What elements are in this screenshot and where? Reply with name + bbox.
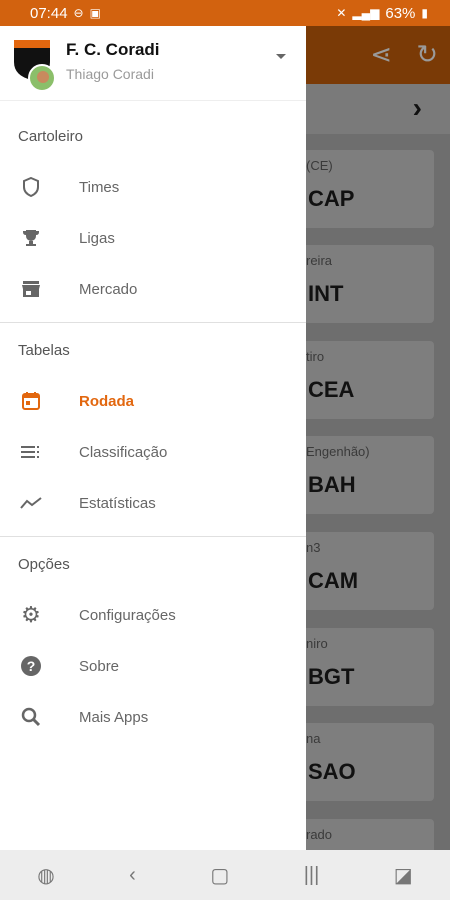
- status-bar: 07:44 ⊖ ▣ ✕ ▂▄▆ 63% ▮: [0, 0, 450, 26]
- match-card[interactable]: reira INT: [296, 245, 434, 323]
- battery-icon: ▮: [421, 6, 428, 20]
- next-round-chevron-icon[interactable]: ›: [413, 92, 422, 124]
- match-stadium: na: [306, 731, 321, 746]
- divider: [0, 322, 306, 323]
- mute-icon: ✕: [336, 6, 347, 20]
- menu-item-label: Ligas: [79, 229, 115, 247]
- match-card[interactable]: (CE) CAP: [296, 150, 434, 228]
- section-title-tabelas: Tabelas: [18, 342, 70, 359]
- list-icon: [18, 439, 44, 465]
- match-team: CAP: [308, 186, 355, 211]
- shield-icon: [18, 174, 44, 200]
- calendar-icon: [18, 388, 44, 414]
- match-stadium: reira: [306, 253, 333, 268]
- match-card[interactable]: na SAO: [296, 723, 434, 801]
- menu-item-label: Mais Apps: [79, 708, 149, 726]
- menu-item-label: Mercado: [79, 280, 138, 298]
- match-stadium: (CE): [306, 158, 333, 173]
- match-team: SAO: [308, 759, 356, 784]
- match-card[interactable]: n3 CAM: [296, 532, 434, 610]
- trophy-icon: [18, 225, 44, 251]
- gear-icon: ⚙: [21, 602, 41, 627]
- menu-item-sobre[interactable]: ? Sobre: [0, 642, 306, 690]
- match-stadium: Engenhão): [306, 444, 370, 459]
- dnd-icon: ⊖: [73, 6, 84, 20]
- user-name: Thiago Coradi: [66, 66, 154, 82]
- menu-item-estatisticas[interactable]: Estatísticas: [0, 479, 306, 527]
- match-team: CEA: [308, 377, 355, 402]
- store-icon: [18, 276, 44, 302]
- recents-icon[interactable]: |||: [304, 864, 320, 887]
- menu-item-classificacao[interactable]: Classificação: [0, 428, 306, 476]
- menu-item-mais-apps[interactable]: Mais Apps: [0, 693, 306, 741]
- assistant-icon[interactable]: ◍: [37, 863, 54, 888]
- accessibility-icon[interactable]: ◪: [394, 863, 413, 888]
- home-icon[interactable]: ▢: [210, 863, 229, 888]
- menu-item-label: Sobre: [79, 657, 120, 675]
- trending-icon: [18, 490, 44, 516]
- system-navigation-bar: ◍ ‹ ▢ ||| ◪: [0, 850, 450, 900]
- menu-item-label: Rodada: [79, 392, 135, 410]
- status-time: 07:44: [30, 4, 68, 22]
- back-icon[interactable]: ‹: [129, 864, 136, 887]
- section-title-cartoleiro: Cartoleiro: [18, 128, 84, 145]
- match-stadium: tiro: [306, 349, 325, 364]
- menu-item-times[interactable]: Times: [0, 163, 306, 211]
- notification-icon: ▣: [89, 6, 101, 20]
- menu-item-label: Estatísticas: [79, 494, 156, 512]
- team-name: F. C. Coradi: [66, 40, 160, 59]
- match-card[interactable]: rado: [296, 819, 434, 850]
- section-title-opcoes: Opções: [18, 556, 70, 573]
- match-team: BGT: [308, 664, 355, 689]
- menu-item-configuracoes[interactable]: ⚙ Configurações: [0, 591, 306, 639]
- match-stadium: niro: [306, 636, 328, 651]
- menu-item-rodada[interactable]: Rodada: [0, 377, 306, 425]
- user-avatar: [28, 64, 56, 92]
- svg-text:?: ?: [27, 658, 36, 674]
- match-card[interactable]: Engenhão) BAH: [296, 436, 434, 514]
- match-team: CAM: [308, 568, 359, 593]
- search-icon: [18, 704, 44, 730]
- match-stadium: rado: [306, 827, 333, 842]
- menu-item-mercado[interactable]: Mercado: [0, 265, 306, 313]
- match-team: BAH: [308, 472, 356, 497]
- match-card[interactable]: niro BGT: [296, 628, 434, 706]
- match-team: INT: [308, 281, 344, 306]
- share-icon[interactable]: ⋖: [370, 40, 392, 68]
- menu-item-label: Times: [79, 178, 120, 196]
- match-card[interactable]: tiro CEA: [296, 341, 434, 419]
- navigation-drawer: F. C. Coradi Thiago Coradi Cartoleiro Ti…: [0, 26, 306, 850]
- drawer-header[interactable]: F. C. Coradi Thiago Coradi: [0, 26, 306, 101]
- help-icon: ?: [18, 653, 44, 679]
- menu-item-label: Classificação: [79, 443, 168, 461]
- battery-level: 63%: [385, 4, 416, 22]
- menu-item-ligas[interactable]: Ligas: [0, 214, 306, 262]
- menu-item-label: Configurações: [79, 606, 176, 624]
- account-dropdown-icon[interactable]: [276, 54, 286, 59]
- match-stadium: n3: [306, 540, 321, 555]
- divider: [0, 536, 306, 537]
- refresh-icon[interactable]: ↻: [416, 40, 438, 68]
- signal-icon: ▂▄▆: [352, 6, 380, 20]
